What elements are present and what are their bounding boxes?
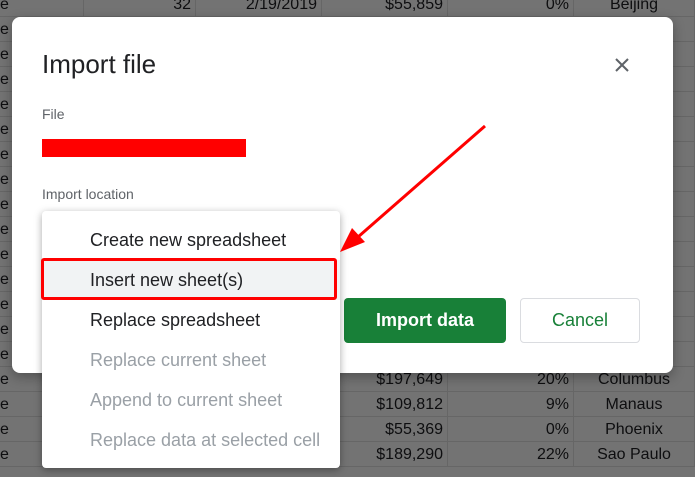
annotation-arrow xyxy=(340,124,486,252)
